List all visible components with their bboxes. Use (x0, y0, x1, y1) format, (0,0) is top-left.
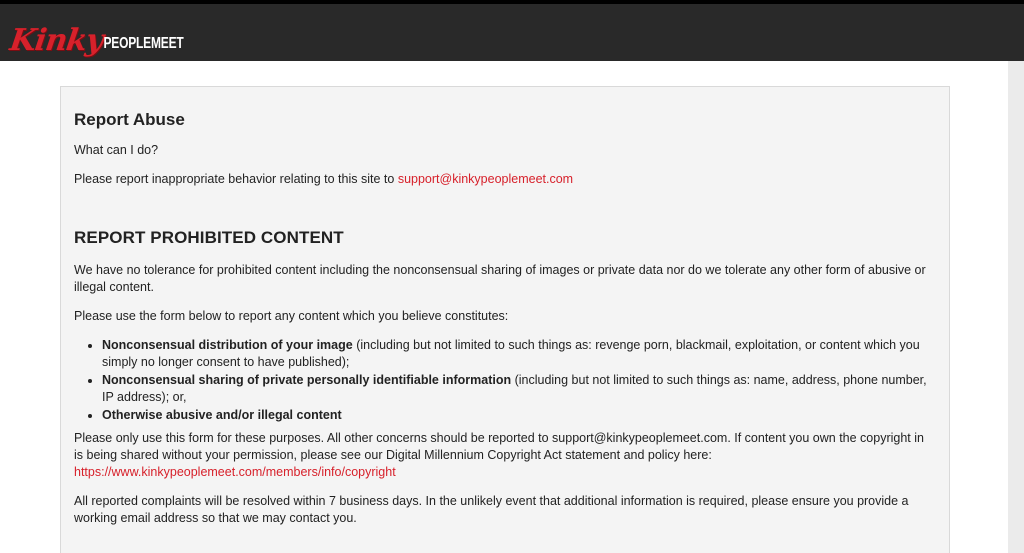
support-email-link[interactable]: support@kinkypeoplemeet.com (398, 172, 573, 186)
purposes-text-body: Please only use this form for these purp… (74, 431, 924, 462)
list-item-bold: Nonconsensual distribution of your image (102, 338, 353, 352)
list-item: Otherwise abusive and/or illegal content (102, 407, 936, 424)
copyright-link[interactable]: https://www.kinkypeoplemeet.com/members/… (74, 465, 396, 479)
list-item-bold: Otherwise abusive and/or illegal content (102, 408, 342, 422)
logo-script-text: Kinky (7, 22, 106, 58)
site-header: Kinky PEOPLEMEET (0, 4, 1024, 61)
report-abuse-text: Please report inappropriate behavior rel… (74, 171, 936, 188)
report-abuse-question: What can I do? (74, 143, 159, 157)
report-abuse-text-body: Please report inappropriate behavior rel… (74, 172, 398, 186)
site-logo[interactable]: Kinky PEOPLEMEET (7, 10, 184, 58)
prohibited-list: Nonconsensual distribution of your image… (74, 337, 936, 424)
resolution-text: All reported complaints will be resolved… (74, 494, 909, 525)
prohibited-form-text: Please use the form below to report any … (74, 309, 509, 323)
list-item: Nonconsensual distribution of your image… (102, 337, 936, 371)
report-abuse-title: Report Abuse (74, 110, 185, 129)
list-item-bold: Nonconsensual sharing of private persona… (102, 373, 512, 387)
logo-brand-text: PEOPLEMEET (103, 33, 184, 52)
main-shell: Report Abuse What can I do? Please repor… (0, 61, 1008, 553)
list-item: Nonconsensual sharing of private persona… (102, 372, 936, 406)
prohibited-intro: We have no tolerance for prohibited cont… (74, 263, 926, 294)
prohibited-content-title: REPORT PROHIBITED CONTENT (74, 228, 344, 247)
purposes-text: Please only use this form for these purp… (74, 430, 936, 481)
content-box: Report Abuse What can I do? Please repor… (60, 86, 950, 553)
page: Kinky PEOPLEMEET Report Abuse What can I… (0, 0, 1024, 553)
